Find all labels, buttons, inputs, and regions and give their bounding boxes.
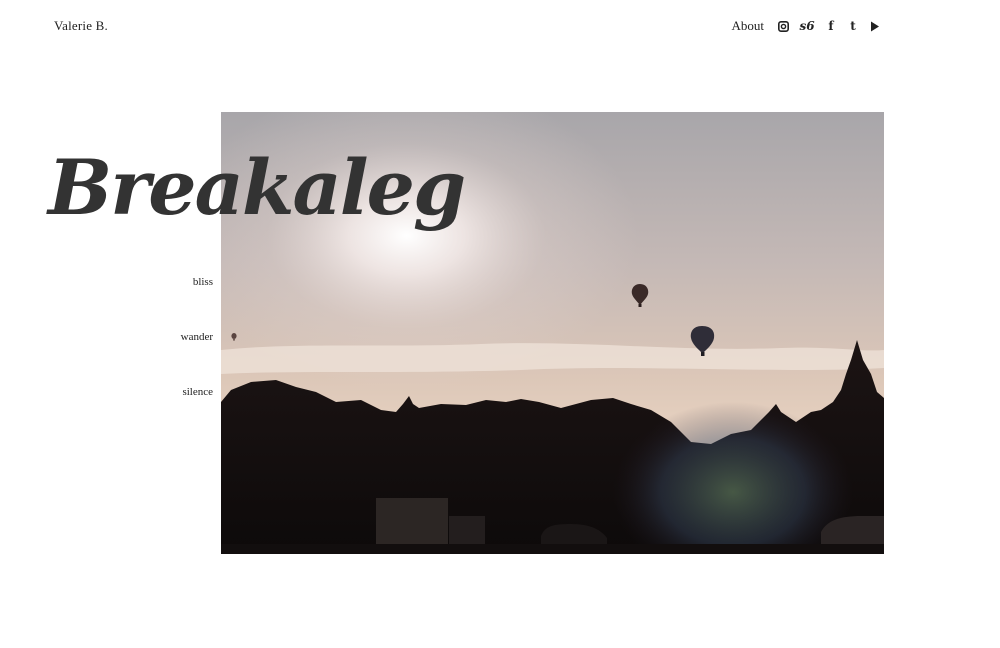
s6-icon[interactable]: s6 bbox=[798, 19, 816, 33]
sidebar-item-silence[interactable]: silence bbox=[93, 386, 213, 441]
about-link[interactable]: About bbox=[732, 18, 765, 34]
tiny-balloon-icon bbox=[231, 333, 237, 341]
sidebar-item-bliss[interactable]: bliss bbox=[93, 276, 213, 331]
top-navigation: About s6 f t bbox=[732, 18, 883, 34]
facebook-icon[interactable]: f bbox=[824, 19, 838, 33]
sidebar-item-wander[interactable]: wander bbox=[93, 331, 213, 386]
tumblr-icon[interactable]: t bbox=[846, 19, 860, 33]
instagram-icon[interactable] bbox=[776, 19, 790, 33]
gallery-navigation: bliss wander silence bbox=[93, 276, 213, 441]
play-icon[interactable] bbox=[868, 19, 882, 33]
page-title: Breakaleg bbox=[48, 143, 466, 232]
site-brand[interactable]: Valerie B. bbox=[54, 18, 108, 34]
